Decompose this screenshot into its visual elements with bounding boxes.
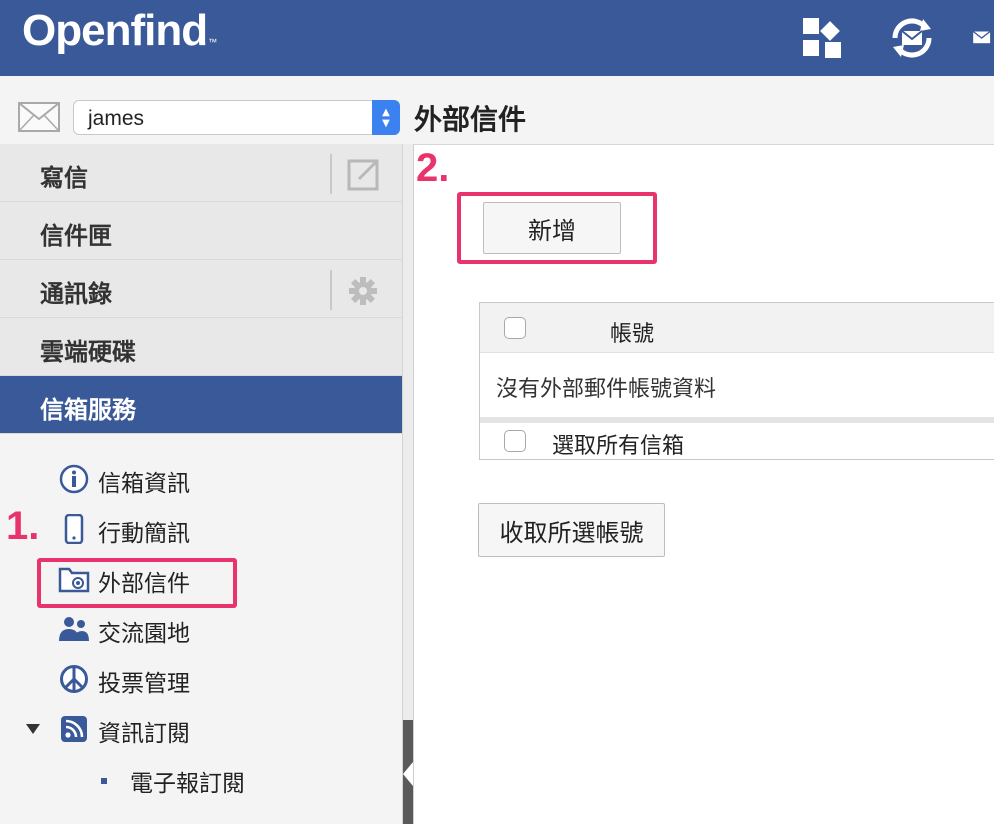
nav-cloud-drive-label: 雲端硬碟 — [40, 338, 136, 366]
sub-item-vote-management[interactable]: 投票管理 — [58, 660, 378, 698]
sub-item-label: 行動簡訊 — [98, 521, 190, 547]
nav-contacts[interactable]: 通訊錄 — [0, 260, 402, 318]
sync-mail-icon[interactable] — [886, 12, 938, 64]
rss-icon — [58, 714, 90, 744]
account-bar: james ▲ ▼ 外部信件 — [0, 76, 994, 144]
fetch-selected-button[interactable]: 收取所選帳號 — [478, 503, 665, 557]
table-empty-row: 沒有外部郵件帳號資料 — [480, 353, 994, 417]
select-all-row[interactable]: 選取所有信箱 — [480, 423, 994, 461]
nav-compose-label: 寫信 — [40, 164, 88, 192]
page-title: 外部信件 — [414, 103, 527, 136]
vote-icon — [58, 664, 90, 694]
child-item-newsletter[interactable]: 電子報訂閱 — [130, 764, 245, 798]
logo-text: Openfind — [22, 6, 208, 55]
select-all-label[interactable]: 選取所有信箱 — [552, 428, 684, 460]
account-select-value: james — [88, 107, 145, 130]
nav-mailbox-services-label: 信箱服務 — [40, 396, 136, 424]
popout-icon[interactable] — [345, 157, 381, 193]
select-all-checkbox[interactable] — [504, 430, 526, 452]
collapse-arrow-icon[interactable] — [403, 762, 413, 786]
header-checkbox[interactable] — [504, 317, 526, 339]
nav-cloud-drive[interactable]: 雲端硬碟 — [0, 318, 402, 376]
info-icon — [58, 464, 90, 494]
nav-mailbox-services[interactable]: 信箱服務 — [0, 376, 402, 434]
select-arrows-icon[interactable]: ▲ ▼ — [372, 100, 400, 135]
external-accounts-table: 帳號 沒有外部郵件帳號資料 選取所有信箱 — [479, 302, 994, 460]
nav-mailbox[interactable]: 信件匣 — [0, 202, 402, 260]
sub-item-forum[interactable]: 交流園地 — [58, 610, 378, 648]
mobile-icon — [58, 514, 90, 544]
column-header-account: 帳號 — [610, 322, 655, 347]
top-header-bar: Openfind™ — [0, 0, 994, 76]
annotation-box-external-mail — [37, 558, 237, 608]
nav-contacts-label: 通訊錄 — [40, 280, 112, 308]
sub-item-label: 交流園地 — [98, 621, 190, 647]
sub-item-label: 信箱資訊 — [98, 471, 190, 497]
sub-item-mailbox-info[interactable]: 信箱資訊 — [58, 460, 378, 498]
table-header-row: 帳號 — [480, 303, 994, 353]
sub-item-mobile-sms[interactable]: 行動簡訊 — [58, 510, 378, 548]
annotation-step-2: 2. — [416, 146, 450, 190]
nav-separator — [330, 270, 332, 310]
users-icon — [58, 614, 90, 644]
logo-trademark: ™ — [208, 37, 217, 47]
gear-icon[interactable] — [345, 273, 381, 309]
sub-item-label: 投票管理 — [98, 671, 190, 697]
nav-separator — [330, 154, 332, 194]
account-select[interactable]: james ▲ ▼ — [73, 100, 400, 135]
annotation-box-add — [457, 192, 657, 264]
sub-item-info-subscription[interactable]: 資訊訂閱 — [58, 710, 378, 748]
mail-partial-icon[interactable] — [968, 12, 994, 64]
sub-item-label: 資訊訂閱 — [98, 721, 190, 747]
empty-message: 沒有外部郵件帳號資料 — [496, 377, 717, 402]
nav-mailbox-label: 信件匣 — [40, 222, 112, 250]
bullet-icon — [101, 778, 107, 784]
annotation-step-1: 1. — [6, 504, 40, 548]
nav-compose[interactable]: 寫信 — [0, 144, 402, 202]
envelope-icon — [18, 102, 60, 136]
modules-icon[interactable] — [798, 12, 850, 64]
openfind-logo[interactable]: Openfind™ — [22, 6, 217, 56]
expand-triangle-icon[interactable] — [26, 724, 40, 734]
